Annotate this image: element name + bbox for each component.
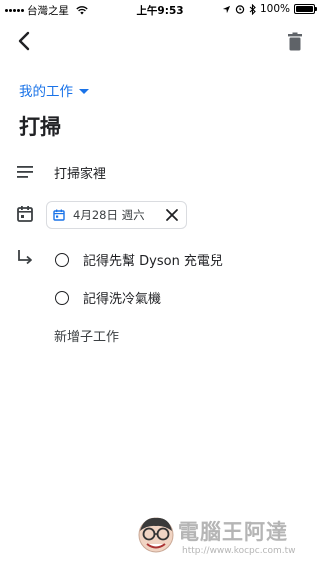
subtask-checkbox[interactable] [55, 252, 69, 267]
status-right: 100% [222, 3, 317, 15]
due-date-text: 4月28日 週六 [73, 208, 145, 222]
subtask-checkbox[interactable] [55, 290, 69, 305]
list-selector[interactable]: 我的工作 [19, 80, 89, 100]
watermark-url: http://www.kocpc.com.tw [182, 546, 296, 556]
chevron-left-icon [18, 31, 30, 51]
location-arrow-icon [222, 5, 231, 13]
subtask-arrow-icon [18, 250, 32, 265]
task-details[interactable]: 打掃家裡 [54, 163, 106, 182]
status-bar: 台灣之星 上午9:53 100% [0, 0, 320, 18]
subtask-title: 記得洗冷氣機 [83, 292, 162, 307]
notes-icon [17, 166, 33, 178]
battery-icon [294, 4, 317, 14]
caret-down-icon [79, 88, 89, 94]
alarm-icon [235, 5, 245, 14]
battery-fill [296, 6, 313, 12]
bluetooth-icon [249, 3, 256, 15]
mascot-logo-icon [138, 517, 174, 553]
subtask-item[interactable]: 記得先幫 Dyson 充電兒 [55, 250, 223, 269]
subtask-title: 記得先幫 Dyson 充電兒 [83, 254, 223, 269]
delete-button[interactable] [284, 31, 306, 53]
battery-percent: 100% [259, 3, 290, 15]
clear-date-icon[interactable] [165, 208, 179, 222]
calendar-icon [17, 206, 33, 222]
back-button[interactable] [14, 30, 36, 52]
calendar-small-icon [53, 209, 65, 221]
list-name: 我的工作 [19, 84, 73, 100]
due-date-chip[interactable]: 4月28日 週六 [46, 201, 187, 229]
subtask-item[interactable]: 記得洗冷氣機 [55, 288, 161, 307]
watermark-title: 電腦王阿達 [178, 520, 288, 544]
add-subtask-button[interactable]: 新增子工作 [54, 326, 119, 345]
watermark: 電腦王阿達 http://www.kocpc.com.tw [136, 513, 314, 563]
task-title[interactable]: 打掃 [19, 111, 61, 141]
trash-icon [288, 32, 302, 51]
